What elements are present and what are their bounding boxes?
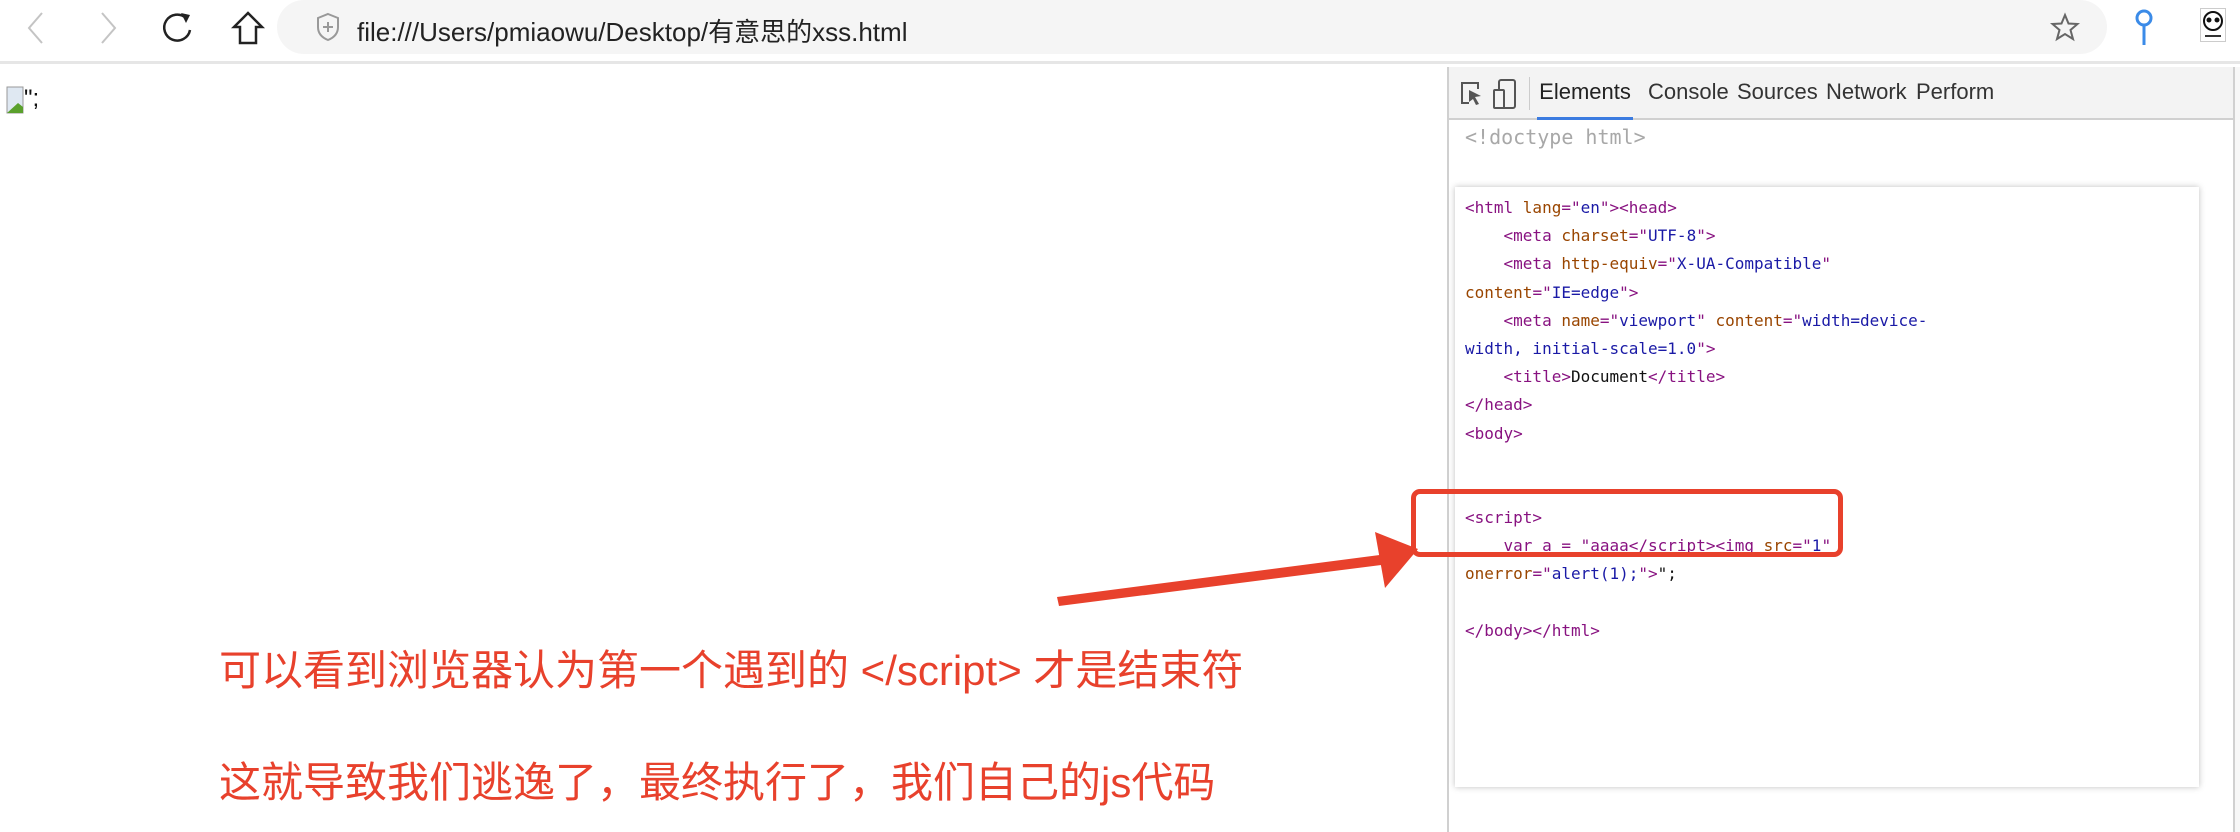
code-line[interactable]: onerror="alert(1);">"; xyxy=(1465,560,1927,588)
code-token-val: UTF-8 xyxy=(1648,226,1697,246)
panda-avatar-icon xyxy=(2203,11,2223,37)
forward-button[interactable] xyxy=(88,8,128,48)
styles-sidebar-edge xyxy=(2233,67,2240,832)
code-token-tag: =" xyxy=(1532,564,1552,584)
reload-icon xyxy=(162,13,192,42)
code-token-tag: =" xyxy=(1561,198,1581,217)
code-line[interactable]: </head> xyxy=(1465,391,1927,419)
code-line[interactable]: <title>Document</title> xyxy=(1465,363,1927,391)
code-token-tag: "> xyxy=(1696,338,1716,358)
highlight-box xyxy=(1411,489,1843,557)
code-token-attr: name xyxy=(1561,310,1600,330)
code-token-tag: "> xyxy=(1696,226,1716,246)
code-token-tag: =" xyxy=(1532,282,1552,302)
devtools-panel: Elements Console Sources Network Perform… xyxy=(1447,67,2240,832)
rendered-text: "; xyxy=(24,85,40,112)
code-token-attr: http-equiv xyxy=(1561,254,1658,274)
edit-as-html-box[interactable]: <html lang="en"><head> <meta charset="UT… xyxy=(1455,187,2199,787)
home-button[interactable] xyxy=(228,8,268,48)
code-token-val: viewport xyxy=(1619,310,1697,330)
code-line[interactable]: content="IE=edge"> xyxy=(1465,279,1927,307)
code-line[interactable]: <body> xyxy=(1465,420,1927,448)
code-token-attr: content xyxy=(1715,310,1783,330)
code-token-val: alert(1); xyxy=(1551,564,1639,584)
annotation-line-2: 这就导致我们逃逸了，最终执行了，我们自己的js代码 xyxy=(219,759,1216,806)
code-line[interactable]: </body></html> xyxy=(1465,617,1927,645)
browser-toolbar: file:///Users/pmiaowu/Desktop/有意思的xss.ht… xyxy=(0,0,2240,64)
device-toolbar-icon[interactable] xyxy=(1493,78,1517,110)
tab-elements[interactable]: Elements xyxy=(1537,77,1633,120)
html-source[interactable]: <html lang="en"><head> <meta charset="UT… xyxy=(1465,194,1927,645)
home-icon xyxy=(231,11,265,45)
code-line[interactable] xyxy=(1465,589,1927,617)
code-token-tag: <meta xyxy=(1465,226,1562,246)
code-line[interactable]: <meta name="viewport" content="width=dev… xyxy=(1465,307,1928,335)
code-line[interactable]: <meta charset="UTF-8"> xyxy=(1465,222,1927,250)
toolbar-divider xyxy=(1529,77,1530,110)
code-token-tag: <title> xyxy=(1465,367,1571,387)
back-button[interactable] xyxy=(16,8,56,48)
doctype-node[interactable]: <!doctype html> xyxy=(1465,125,1646,149)
broken-image: "; xyxy=(6,85,39,115)
code-token-tag: "> xyxy=(1619,282,1639,302)
code-token-val: IE=edge xyxy=(1551,282,1620,302)
shield-icon xyxy=(317,12,339,42)
code-token-tag: " xyxy=(1821,254,1832,274)
code-token-tag: <meta xyxy=(1465,310,1562,330)
code-token-attr: lang xyxy=(1522,198,1562,217)
code-token-attr: onerror xyxy=(1465,564,1533,584)
annotation-arrow xyxy=(1057,532,1418,606)
code-token-tag: <html xyxy=(1465,198,1523,217)
code-token-val: width, initial-scale=1.0 xyxy=(1465,338,1697,358)
tab-network[interactable]: Network xyxy=(1826,77,1907,120)
url-text[interactable]: file:///Users/pmiaowu/Desktop/有意思的xss.ht… xyxy=(357,12,907,49)
code-line[interactable]: width, initial-scale=1.0"> xyxy=(1465,335,1927,363)
chevron-right-icon xyxy=(101,12,117,44)
code-token-tag: =" xyxy=(1657,254,1677,274)
code-token-val: width=device- xyxy=(1802,310,1928,330)
tab-performance[interactable]: Perform xyxy=(1916,77,1994,120)
broken-image-icon xyxy=(6,86,24,114)
code-token-tag: </body></html> xyxy=(1465,620,1600,640)
profile-avatar[interactable] xyxy=(2200,8,2226,42)
code-token-tag: </title> xyxy=(1648,367,1726,387)
star-icon[interactable] xyxy=(2050,12,2080,42)
code-token-tag: </head> xyxy=(1465,395,1533,415)
code-token-tag: " xyxy=(1696,310,1716,330)
code-line[interactable] xyxy=(1465,448,1927,476)
page-viewport: "; xyxy=(0,67,1447,832)
arrow-shaft xyxy=(1057,553,1397,606)
pin-extension-icon[interactable] xyxy=(2132,8,2156,48)
code-token-attr: content xyxy=(1465,282,1533,302)
arrow-head xyxy=(1375,532,1418,588)
code-line[interactable]: <meta http-equiv="X-UA-Compatible" xyxy=(1465,250,1927,278)
code-token-tag: "> xyxy=(1638,564,1658,584)
code-token-tag: =" xyxy=(1628,226,1649,246)
code-token-val: X-UA-Compatible xyxy=(1676,254,1822,274)
code-token-tag: =" xyxy=(1782,310,1803,330)
devtools-tab-bar: Elements Console Sources Network Perform xyxy=(1449,67,2240,120)
inspect-element-icon[interactable] xyxy=(1460,81,1484,107)
address-bar[interactable]: file:///Users/pmiaowu/Desktop/有意思的xss.ht… xyxy=(277,0,2107,54)
code-line[interactable]: <html lang="en"><head> xyxy=(1465,194,1927,222)
tab-console[interactable]: Console xyxy=(1648,77,1729,120)
annotation-line-1: 可以看到浏览器认为第一个遇到的 </script> 才是结束符 xyxy=(219,647,1244,694)
code-token-attr: charset xyxy=(1561,226,1629,246)
chevron-left-icon xyxy=(27,12,43,44)
reload-button[interactable] xyxy=(158,8,198,48)
tab-sources[interactable]: Sources xyxy=(1737,77,1818,120)
code-token-val: en xyxy=(1580,198,1600,217)
code-token-tag: =" xyxy=(1599,310,1620,330)
code-token-tag: <body> xyxy=(1465,423,1523,443)
code-token-tag: "><head> xyxy=(1599,198,1677,217)
code-token-text: "; xyxy=(1657,564,1677,584)
code-token-tag: <meta xyxy=(1465,254,1562,274)
code-token-text: Document xyxy=(1570,367,1649,387)
